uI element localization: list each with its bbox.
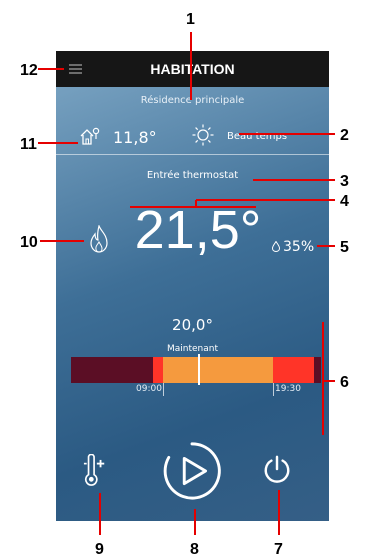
- power-icon[interactable]: [262, 455, 292, 485]
- tick-start: [163, 383, 164, 396]
- sun-icon: [192, 124, 214, 146]
- thermometer-plus-icon[interactable]: [83, 454, 107, 488]
- callout-12: 12: [20, 62, 38, 79]
- now-marker: [198, 354, 200, 385]
- callout-3: 3: [340, 173, 349, 190]
- callout-11: 11: [20, 136, 37, 153]
- flame-icon: [90, 225, 108, 253]
- weather-label: Beau temps: [227, 131, 288, 142]
- callout-7: 7: [274, 541, 283, 558]
- divider: [56, 154, 329, 155]
- humidity-drop-icon: [272, 241, 280, 252]
- thermostat-name[interactable]: Entrée thermostat: [56, 170, 329, 181]
- home-thermometer-icon: [80, 127, 100, 145]
- schedule-segment-night: [71, 357, 153, 383]
- callout-1: 1: [186, 11, 195, 28]
- callout-4: 4: [340, 193, 349, 210]
- current-temperature: 21,5°: [134, 200, 262, 260]
- tick-end: [273, 383, 274, 396]
- callout-5: 5: [340, 239, 349, 256]
- now-label: Maintenant: [166, 344, 218, 354]
- phone-screen: HABITATION Résidence principale 11,8° Be…: [56, 51, 329, 521]
- callout-6: 6: [340, 374, 349, 391]
- schedule-segment-comfort-am: [153, 357, 163, 383]
- setpoint-temperature: 20,0°: [172, 316, 213, 334]
- callout-8: 8: [190, 541, 199, 558]
- callout-2: 2: [340, 127, 349, 144]
- play-icon[interactable]: [161, 440, 223, 502]
- schedule-bar[interactable]: [71, 357, 321, 383]
- schedule-start-time: 09:00: [136, 384, 162, 394]
- schedule-segment-eco: [163, 357, 273, 383]
- humidity-value: 35%: [283, 239, 315, 255]
- residence-name[interactable]: Résidence principale: [56, 95, 329, 106]
- page-title: HABITATION: [150, 61, 235, 77]
- top-bar: HABITATION: [56, 51, 329, 87]
- schedule-segment-comfort-pm: [273, 357, 314, 383]
- outdoor-temperature: 11,8°: [113, 128, 157, 147]
- callout-10: 10: [20, 234, 38, 251]
- schedule-end-time: 19:30: [275, 384, 301, 394]
- callout-9: 9: [95, 541, 104, 558]
- schedule-segment-night-end: [314, 357, 321, 383]
